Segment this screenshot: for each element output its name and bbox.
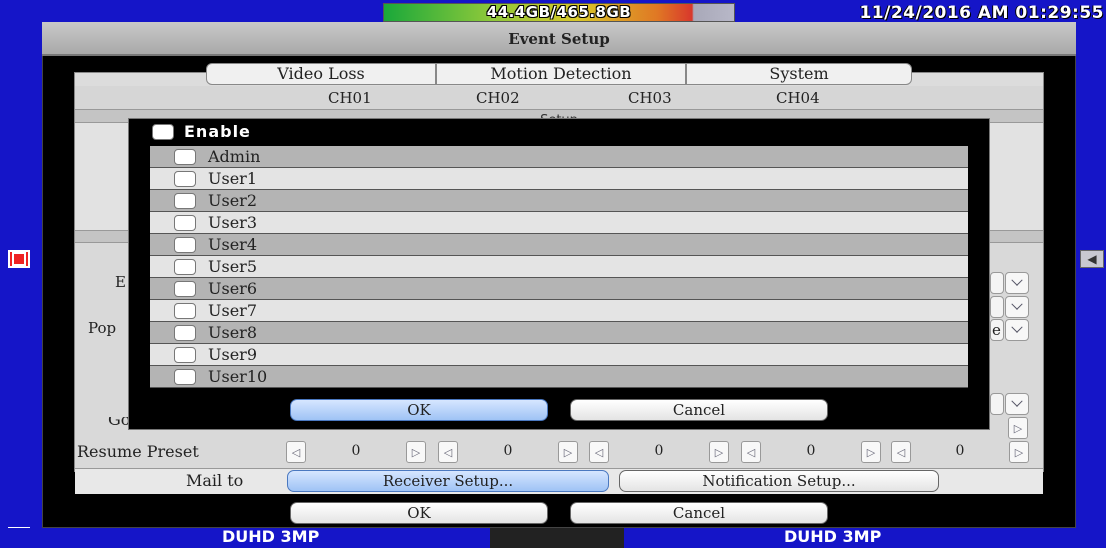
resume-preset-spinner-ch4[interactable]: ◁ 0 ▷ [741, 441, 881, 463]
channel-ch03[interactable]: CH03 [628, 86, 672, 110]
channel-ch01[interactable]: CH01 [328, 86, 372, 110]
resume-preset-spinner-ch1[interactable]: ◁ 0 ▷ [286, 441, 426, 463]
user-label: User2 [208, 191, 257, 210]
resume-preset-spinner-ch2[interactable]: ◁ 0 ▷ [438, 441, 578, 463]
dropdown-button-3[interactable] [1005, 319, 1029, 341]
user-label: User7 [208, 301, 257, 320]
resume-preset-spinner-ch5[interactable]: ◁ 0 ▷ [891, 441, 1029, 463]
spinner-value: 0 [503, 443, 513, 459]
decrement-icon[interactable]: ◁ [741, 441, 761, 463]
partial-label-e: E [115, 273, 126, 291]
bottom-bar-divider [490, 528, 624, 548]
decrement-icon[interactable]: ◁ [286, 441, 306, 463]
channel-label-left: DUHD 3MP [222, 527, 320, 546]
goto-preset-spinner-stub[interactable]: ▷ [988, 417, 1028, 439]
dropdown-button-2[interactable] [1005, 296, 1029, 318]
combo-stub-4 [990, 393, 1004, 415]
dropdown-button-1[interactable] [1005, 272, 1029, 294]
user-checkbox[interactable] [174, 236, 196, 253]
increment-icon[interactable]: ▷ [1008, 417, 1028, 439]
tab-motion-detection[interactable]: Motion Detection [436, 63, 686, 85]
user-checkbox[interactable] [174, 192, 196, 209]
increment-icon[interactable]: ▷ [406, 441, 426, 463]
list-item[interactable]: Admin [150, 146, 968, 168]
speaker-icon[interactable]: ◀ [1080, 250, 1104, 268]
user-checkbox[interactable] [174, 346, 196, 363]
channel-ch02[interactable]: CH02 [476, 86, 520, 110]
hdd-usage-text: 44.4GB/465.8GB [486, 3, 632, 21]
user-label: User4 [208, 235, 257, 254]
datetime-display: 11/24/2016 AM 01:29:55 [859, 3, 1104, 23]
user-label: User10 [208, 367, 268, 386]
partial-label-pop: Pop [88, 319, 117, 337]
combo-stub-3: e [990, 319, 1004, 341]
user-checkbox[interactable] [174, 368, 196, 385]
spinner-value: 0 [351, 443, 361, 459]
enable-checkbox[interactable] [152, 124, 174, 140]
dropdown-button-4[interactable] [1005, 393, 1029, 415]
dialog-cancel-button[interactable]: Cancel [570, 399, 828, 421]
receiver-setup-button[interactable]: Receiver Setup... [287, 470, 609, 492]
user-checkbox[interactable] [174, 214, 196, 231]
increment-icon[interactable]: ▷ [1009, 441, 1029, 463]
user-checkbox[interactable] [174, 324, 196, 341]
decrement-icon[interactable]: ◁ [438, 441, 458, 463]
list-item[interactable]: User3 [150, 212, 968, 234]
spinner-value: 0 [806, 443, 816, 459]
tab-video-loss[interactable]: Video Loss [206, 63, 436, 85]
spinner-value [988, 417, 1008, 439]
user-checkbox[interactable] [174, 302, 196, 319]
dialog-ok-button[interactable]: OK [290, 399, 548, 421]
user-checkbox[interactable] [174, 170, 196, 187]
user-checkbox[interactable] [174, 148, 196, 165]
mail-to-label: Mail to [186, 471, 244, 490]
resume-preset-spinner-ch3[interactable]: ◁ 0 ▷ [589, 441, 729, 463]
list-item[interactable]: User4 [150, 234, 968, 256]
list-item[interactable]: User1 [150, 168, 968, 190]
list-item[interactable]: User10 [150, 366, 968, 388]
resume-preset-label: Resume Preset [77, 442, 199, 461]
user-list: Admin User1 User2 User3 User4 User5 User… [150, 146, 968, 394]
channel-ch04[interactable]: CH04 [776, 86, 820, 110]
list-item[interactable]: User5 [150, 256, 968, 278]
list-item[interactable]: User9 [150, 344, 968, 366]
notification-setup-button[interactable]: Notification Setup... [619, 470, 939, 492]
list-item[interactable]: User6 [150, 278, 968, 300]
increment-icon[interactable]: ▷ [558, 441, 578, 463]
combo-stub-2 [990, 296, 1004, 318]
list-item[interactable]: User7 [150, 300, 968, 322]
window-title: Event Setup [42, 22, 1076, 56]
user-label: User6 [208, 279, 257, 298]
user-checkbox[interactable] [174, 258, 196, 275]
enable-label: Enable [184, 122, 251, 141]
decrement-icon[interactable]: ◁ [589, 441, 609, 463]
increment-icon[interactable]: ▷ [709, 441, 729, 463]
list-item[interactable]: User2 [150, 190, 968, 212]
user-label: User9 [208, 345, 257, 364]
channel-label-right: DUHD 3MP [784, 527, 882, 546]
user-label: User1 [208, 169, 257, 188]
user-label: Admin [208, 147, 261, 166]
ok-button[interactable]: OK [290, 502, 548, 524]
user-label: User3 [208, 213, 257, 232]
channel-header-row [75, 86, 1043, 110]
user-checkbox[interactable] [174, 280, 196, 297]
user-label: User5 [208, 257, 257, 276]
user-label: User8 [208, 323, 257, 342]
list-item[interactable]: User8 [150, 322, 968, 344]
spinner-value: 0 [654, 443, 664, 459]
combo-stub-1 [990, 272, 1004, 294]
decrement-icon[interactable]: ◁ [891, 441, 911, 463]
cancel-button[interactable]: Cancel [570, 502, 828, 524]
record-film-icon[interactable] [8, 250, 30, 268]
increment-icon[interactable]: ▷ [861, 441, 881, 463]
tab-system[interactable]: System [686, 63, 912, 85]
spinner-value: 0 [955, 443, 965, 459]
